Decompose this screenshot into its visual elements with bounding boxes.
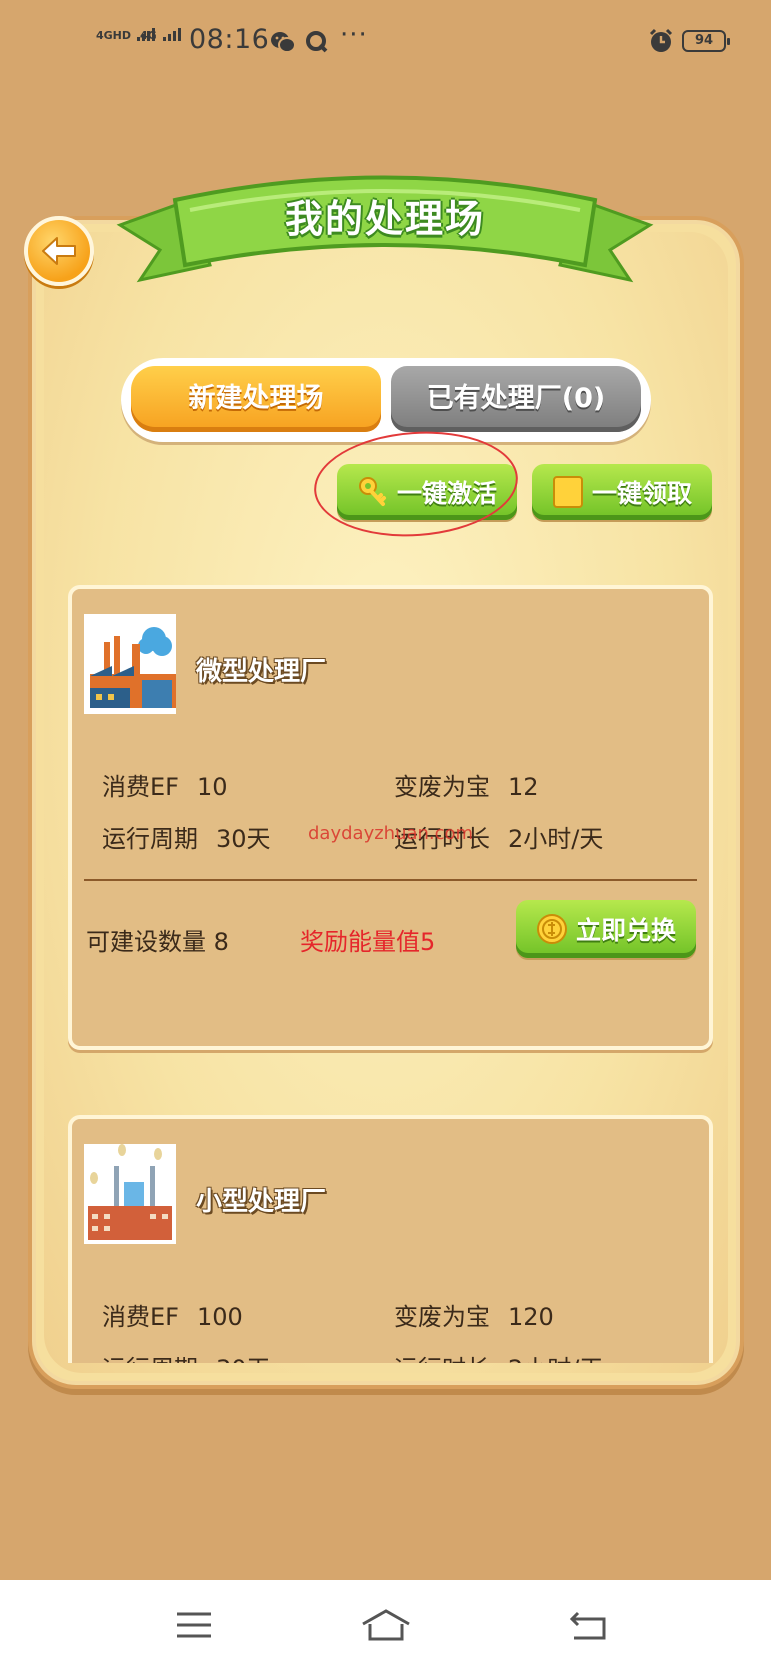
coin-icon (536, 914, 567, 944)
collect-all-label: 一键领取 (591, 479, 692, 508)
qq-browser-icon (306, 31, 328, 53)
card-divider (84, 879, 697, 881)
energy-reward: 奖励能量值5 (300, 928, 436, 956)
small-plant-image (84, 1144, 176, 1244)
cost-stat: 消费EF 10 (102, 773, 228, 801)
exchange-button[interactable]: 立即兑换 (516, 900, 696, 958)
activate-all-label: 一键激活 (396, 479, 497, 508)
title-banner: 我的处理场 (115, 170, 655, 300)
status-bar: 4GHD 4G 08:16 ··· 94 (0, 0, 771, 90)
activate-all-button[interactable]: 一键激活 (337, 464, 517, 520)
coupon-icon (552, 476, 583, 508)
alarm-icon (649, 28, 673, 52)
reward-stat: 变废为宝 12 (394, 773, 539, 801)
duration-stat: 运行时长2小时/天 (394, 1349, 603, 1363)
nav-back-button[interactable] (558, 1602, 618, 1648)
exchange-label: 立即兑换 (575, 916, 676, 945)
clock: 08:16 (189, 24, 270, 55)
page-title: 我的处理场 (284, 197, 485, 241)
more-notifications-icon: ··· (340, 20, 368, 50)
build-count: 可建设数量 8 (86, 928, 229, 956)
menu-icon (177, 1612, 211, 1638)
tab-new-plant[interactable]: 新建处理场 (131, 366, 381, 432)
plant-name: 小型处理厂 (196, 1187, 327, 1217)
plant-card-small: 小型处理厂 消费EF100 变废为宝120 运行周期30天 运行时长2小时/天 (68, 1115, 713, 1363)
tab-owned-plants[interactable]: 已有处理厂(0) (391, 366, 641, 432)
micro-plant-image (84, 614, 176, 714)
cycle-stat: 运行周期30天 (102, 825, 271, 853)
back-button[interactable] (24, 216, 94, 286)
back-icon (569, 1611, 606, 1640)
battery-indicator: 94 (682, 30, 730, 52)
plant-name: 微型处理厂 (196, 657, 327, 687)
home-icon (362, 1609, 410, 1641)
cycle-stat: 运行周期30天 (102, 1349, 271, 1363)
wechat-icon (271, 32, 296, 53)
system-nav-bar (0, 1580, 771, 1670)
tab-switch: 新建处理场 已有处理厂(0) (121, 358, 651, 442)
nav-home-button[interactable] (356, 1602, 416, 1648)
plant-card-micro: 微型处理厂 消费EF 10 变废为宝 12 运行周期 30天 运行时长 2小时/天 可建… (68, 585, 713, 1050)
signal-2-icon: 4G (140, 28, 181, 41)
cost-stat: 消费EF 100 (102, 1303, 243, 1331)
collect-all-button[interactable]: 一键领取 (532, 464, 712, 520)
key-icon (358, 477, 386, 506)
back-arrow-icon (42, 237, 76, 265)
reward-stat: 变废为宝 120 (394, 1303, 554, 1331)
factory-icon (88, 1144, 172, 1240)
nav-menu-button[interactable] (164, 1602, 224, 1648)
factory-icon (90, 627, 176, 708)
watermark: daydayzhuan.com (308, 823, 474, 844)
